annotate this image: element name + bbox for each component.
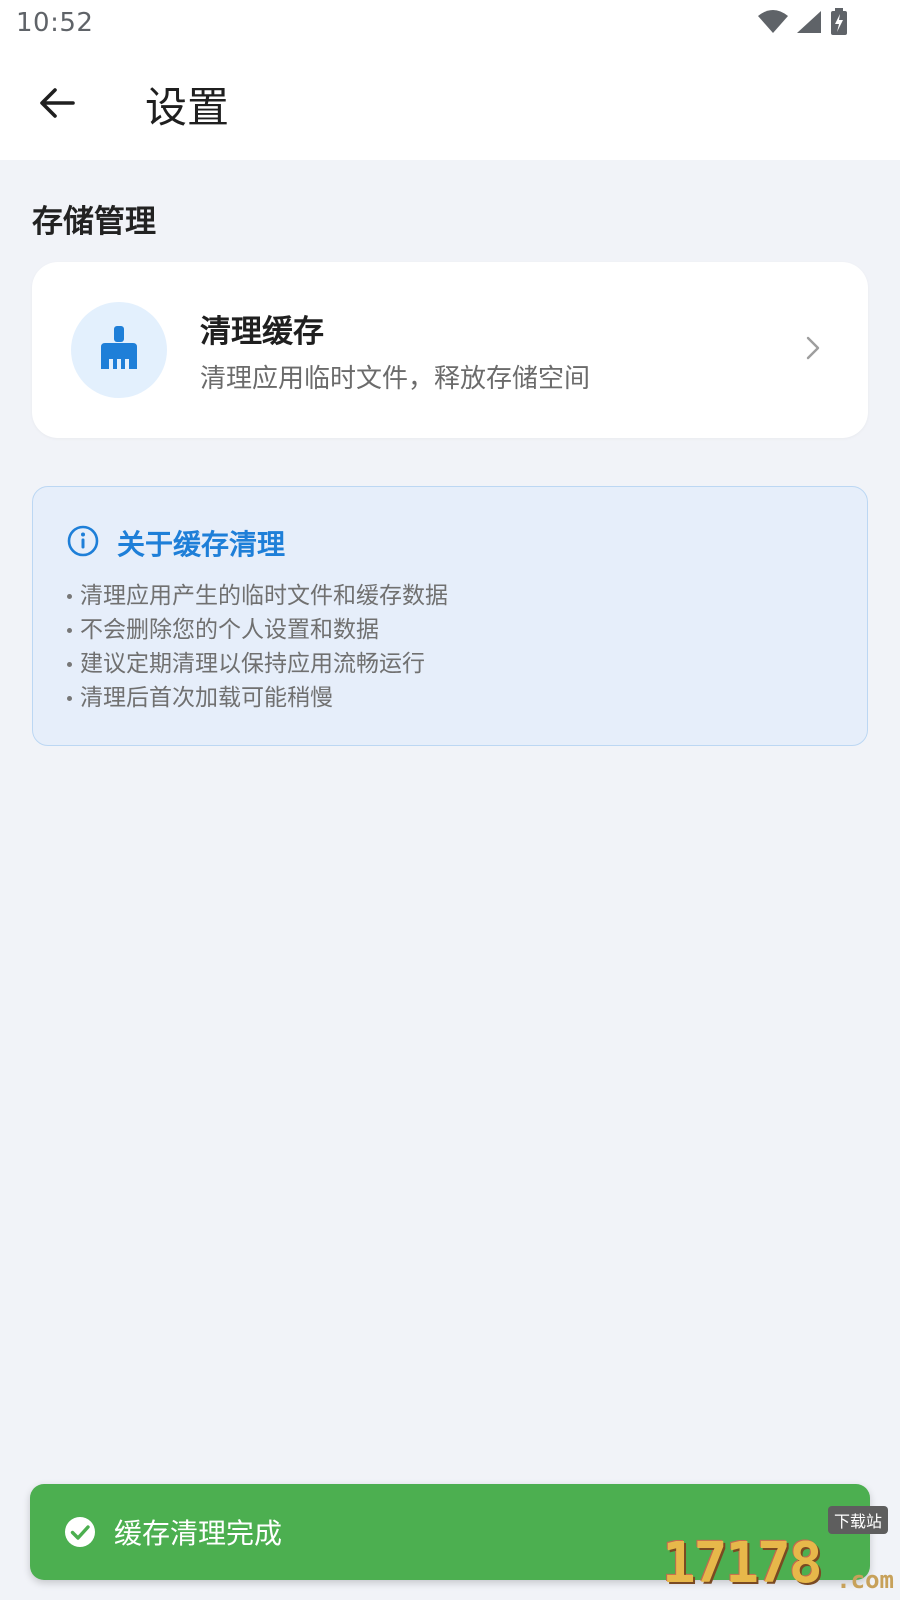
info-list: 清理应用产生的临时文件和缓存数据 不会删除您的个人设置和数据 建议定期清理以保持… — [63, 579, 448, 715]
app-bar: 设置 — [0, 50, 900, 160]
status-time: 10:52 — [16, 8, 94, 38]
page-title: 设置 — [145, 83, 230, 132]
clear-cache-subtitle: 清理应用临时文件，释放存储空间 — [200, 364, 591, 394]
watermark-domain: .com — [836, 1566, 894, 1594]
info-title: 关于缓存清理 — [117, 528, 286, 561]
cache-info-box: 关于缓存清理 清理应用产生的临时文件和缓存数据 不会删除您的个人设置和数据 建议… — [32, 486, 868, 746]
info-list-item-text: 不会删除您的个人设置和数据 — [80, 617, 379, 643]
info-list-item: 建议定期清理以保持应用流畅运行 — [63, 647, 448, 681]
watermark-badge: 下载站 — [827, 1506, 888, 1534]
back-button[interactable] — [30, 78, 84, 132]
toast-message: 缓存清理完成 — [114, 1517, 283, 1550]
clear-cache-icon-circle — [71, 302, 167, 398]
bullet — [67, 593, 72, 599]
check-circle-icon — [64, 1516, 96, 1552]
battery-charging-icon — [830, 8, 848, 40]
info-icon — [67, 525, 99, 561]
wifi-icon — [758, 10, 788, 38]
info-list-item-text: 清理后首次加载可能稍慢 — [80, 685, 333, 711]
status-icons — [758, 8, 848, 40]
status-bar: 10:52 — [0, 0, 900, 50]
info-header: 关于缓存清理 — [67, 523, 285, 563]
info-list-item: 清理后首次加载可能稍慢 — [63, 681, 448, 715]
info-list-item-text: 清理应用产生的临时文件和缓存数据 — [80, 583, 448, 609]
chevron-right-icon — [806, 336, 820, 364]
storage-section-title: 存储管理 — [32, 204, 156, 240]
signal-icon — [796, 10, 822, 38]
info-list-item: 不会删除您的个人设置和数据 — [63, 613, 448, 647]
broom-icon — [99, 325, 139, 375]
info-list-item: 清理应用产生的临时文件和缓存数据 — [63, 579, 448, 613]
bullet — [67, 661, 72, 667]
watermark-digits: 17178 — [662, 1531, 823, 1596]
site-watermark-logo: 17178 下载站 .com — [662, 1506, 894, 1596]
clear-cache-item[interactable]: 清理缓存 清理应用临时文件，释放存储空间 — [32, 262, 868, 438]
info-list-item-text: 建议定期清理以保持应用流畅运行 — [80, 651, 425, 677]
bullet — [67, 695, 72, 701]
clear-cache-title: 清理缓存 — [200, 314, 324, 350]
arrow-left-icon — [39, 87, 75, 123]
bullet — [67, 627, 72, 633]
